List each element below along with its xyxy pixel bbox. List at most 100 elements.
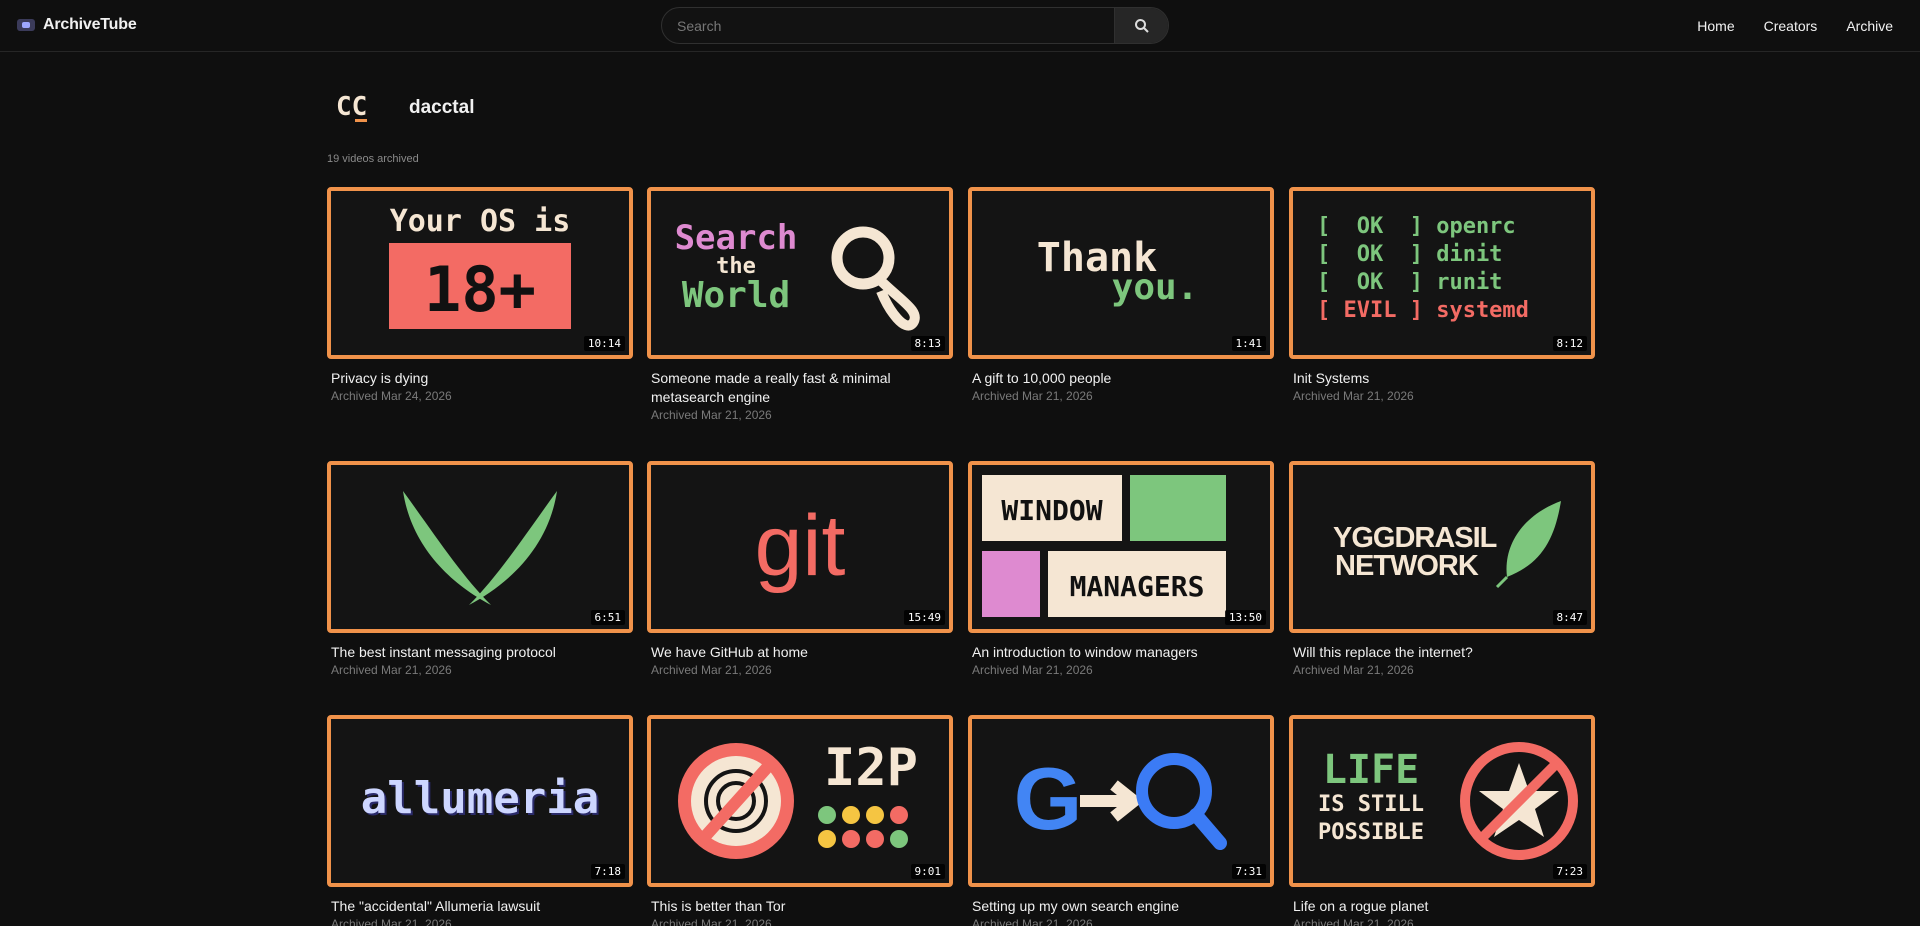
duration-badge: 8:47 [1552, 610, 1587, 625]
video-thumbnail[interactable]: G 7:31 [968, 715, 1274, 887]
video-thumbnail[interactable]: Thank you. 1:41 [968, 187, 1274, 359]
archive-date: Archived Mar 21, 2026 [651, 663, 772, 677]
search-bar [661, 7, 1169, 44]
thumbnail-art-init: [ OK ] openrc [ OK ] dinit [ OK ] runit … [1317, 214, 1529, 323]
duration-badge: 1:41 [1231, 336, 1266, 351]
app-name: ArchiveTube [43, 16, 137, 33]
video-thumbnail[interactable]: Your OS is 18+ 10:14 [327, 187, 633, 359]
thumbnail-art-allumeria: allumeria allumeria [361, 773, 601, 826]
app-logo[interactable]: ArchiveTube [17, 16, 137, 34]
video-thumbnail[interactable]: WINDOW MANAGERS 13:50 [968, 461, 1274, 633]
video-count: 19 videos archived [327, 153, 419, 165]
thumbnail-art-i2p: I2P [678, 738, 918, 859]
video-title[interactable]: An introduction to window managers [968, 643, 1274, 662]
video-card[interactable]: Thank you. 1:41 A gift to 10,000 people … [968, 187, 1274, 403]
video-title[interactable]: We have GitHub at home [647, 643, 953, 662]
svg-text:[ OK ] dinit: [ OK ] dinit [1317, 242, 1502, 267]
video-thumbnail[interactable]: allumeria allumeria 7:18 [327, 715, 633, 887]
video-card[interactable]: 6:51 The best instant messaging protocol… [327, 461, 633, 677]
video-card[interactable]: Your OS is 18+ 10:14 Privacy is dying Ar… [327, 187, 633, 403]
channel-name: dacctal [409, 97, 475, 118]
duration-badge: 15:49 [903, 610, 945, 625]
duration-badge: 13:50 [1224, 610, 1266, 625]
svg-text:WINDOW: WINDOW [1001, 494, 1102, 527]
thumbnail-art-privacy: Your OS is 18+ [389, 204, 571, 329]
video-title[interactable]: A gift to 10,000 people [968, 369, 1274, 388]
video-card[interactable]: Search the World 8:13 Someone made a rea… [647, 187, 953, 422]
main-nav: Home Creators Archive [1697, 18, 1893, 34]
video-card[interactable]: LIFE IS STILL POSSIBLE 7:23 Life on a ro… [1289, 715, 1595, 926]
video-title[interactable]: Will this replace the internet? [1289, 643, 1595, 662]
video-title[interactable]: Setting up my own search engine [968, 897, 1274, 916]
svg-text:I2P: I2P [824, 738, 918, 798]
video-thumbnail[interactable]: 6:51 [327, 461, 633, 633]
thumbnail-art-thank-you: Thank you. [1037, 235, 1199, 308]
video-card[interactable]: G 7:31 Setting up my own search engine A… [968, 715, 1274, 926]
video-thumbnail[interactable]: [ OK ] openrc [ OK ] dinit [ OK ] runit … [1289, 187, 1595, 359]
video-title[interactable]: The "accidental" Allumeria lawsuit [327, 897, 633, 916]
svg-text:git: git [755, 498, 846, 594]
video-title[interactable]: Someone made a really fast & minimal met… [647, 369, 953, 407]
top-bar: ArchiveTube Home Creators Archive [0, 0, 1920, 52]
video-title[interactable]: Life on a rogue planet [1289, 897, 1595, 916]
archive-date: Archived Mar 21, 2026 [1293, 389, 1414, 403]
nav-creators-link[interactable]: Creators [1764, 18, 1818, 34]
archive-date: Archived Mar 21, 2026 [972, 663, 1093, 677]
svg-text:World: World [682, 275, 790, 316]
video-thumbnail[interactable]: LIFE IS STILL POSSIBLE 7:23 [1289, 715, 1595, 887]
video-title[interactable]: The best instant messaging protocol [327, 643, 633, 662]
svg-text:18+: 18+ [424, 253, 536, 326]
channel-logo-text: CC [336, 92, 367, 122]
video-card[interactable]: I2P 9:01 This is better than Tor Archive… [647, 715, 953, 926]
thumbnail-art-git: git [755, 498, 846, 594]
duration-badge: 7:18 [590, 864, 625, 879]
archive-date: Archived Mar 21, 2026 [1293, 663, 1414, 677]
channel-avatar[interactable]: CC [327, 88, 391, 128]
search-button[interactable] [1114, 8, 1168, 43]
video-title[interactable]: Privacy is dying [327, 369, 633, 388]
duration-badge: 10:14 [583, 336, 625, 351]
thumbnail-art-xmpp [403, 491, 557, 605]
svg-text:POSSIBLE: POSSIBLE [1318, 820, 1424, 845]
thumbnail-art-search: Search the World [675, 218, 920, 331]
video-card[interactable]: [ OK ] openrc [ OK ] dinit [ OK ] runit … [1289, 187, 1595, 403]
archive-date: Archived Mar 21, 2026 [972, 917, 1093, 926]
svg-text:MANAGERS: MANAGERS [1070, 570, 1205, 603]
svg-text:LIFE: LIFE [1323, 747, 1419, 793]
nav-home-link[interactable]: Home [1697, 18, 1734, 34]
video-thumbnail[interactable]: git 15:49 [647, 461, 953, 633]
archive-date: Archived Mar 21, 2026 [331, 917, 452, 926]
scrollbar[interactable] [1910, 52, 1920, 926]
video-title[interactable]: Init Systems [1289, 369, 1595, 388]
svg-text:[ EVIL ] systemd: [ EVIL ] systemd [1317, 298, 1529, 323]
svg-text:you.: you. [1112, 267, 1199, 308]
video-card[interactable]: git 15:49 We have GitHub at home Archive… [647, 461, 953, 677]
archive-date: Archived Mar 21, 2026 [1293, 917, 1414, 926]
duration-badge: 8:13 [910, 336, 945, 351]
tv-icon [17, 19, 35, 31]
nav-archive-link[interactable]: Archive [1846, 18, 1893, 34]
archive-date: Archived Mar 24, 2026 [331, 389, 452, 403]
video-card[interactable]: WINDOW MANAGERS 13:50 An introduction to… [968, 461, 1274, 677]
thumbnail-art-rogue-planet: LIFE IS STILL POSSIBLE [1318, 742, 1578, 860]
svg-text:NETWORK: NETWORK [1335, 550, 1479, 582]
svg-text:IS STILL: IS STILL [1318, 792, 1424, 817]
archive-date: Archived Mar 21, 2026 [972, 389, 1093, 403]
svg-text:Your OS is: Your OS is [390, 204, 571, 239]
search-input[interactable] [662, 8, 1114, 43]
duration-badge: 6:51 [590, 610, 625, 625]
video-thumbnail[interactable]: I2P 9:01 [647, 715, 953, 887]
video-card[interactable]: allumeria allumeria 7:18 The "accidental… [327, 715, 633, 926]
thumbnail-art-wm: WINDOW MANAGERS [982, 475, 1226, 617]
archive-date: Archived Mar 21, 2026 [331, 663, 452, 677]
thumbnail-art-yggdrasil: YGGDRASIL NETWORK [1333, 501, 1561, 589]
video-card[interactable]: YGGDRASIL NETWORK 8:47 Will this replace… [1289, 461, 1595, 677]
video-title[interactable]: This is better than Tor [647, 897, 953, 916]
svg-text:Search: Search [675, 218, 798, 258]
svg-text:allumeria: allumeria [361, 773, 599, 824]
archive-date: Archived Mar 21, 2026 [651, 917, 772, 926]
video-thumbnail[interactable]: Search the World 8:13 [647, 187, 953, 359]
video-thumbnail[interactable]: YGGDRASIL NETWORK 8:47 [1289, 461, 1595, 633]
svg-text:[ OK ] runit: [ OK ] runit [1317, 270, 1502, 295]
svg-text:G: G [1014, 749, 1082, 848]
